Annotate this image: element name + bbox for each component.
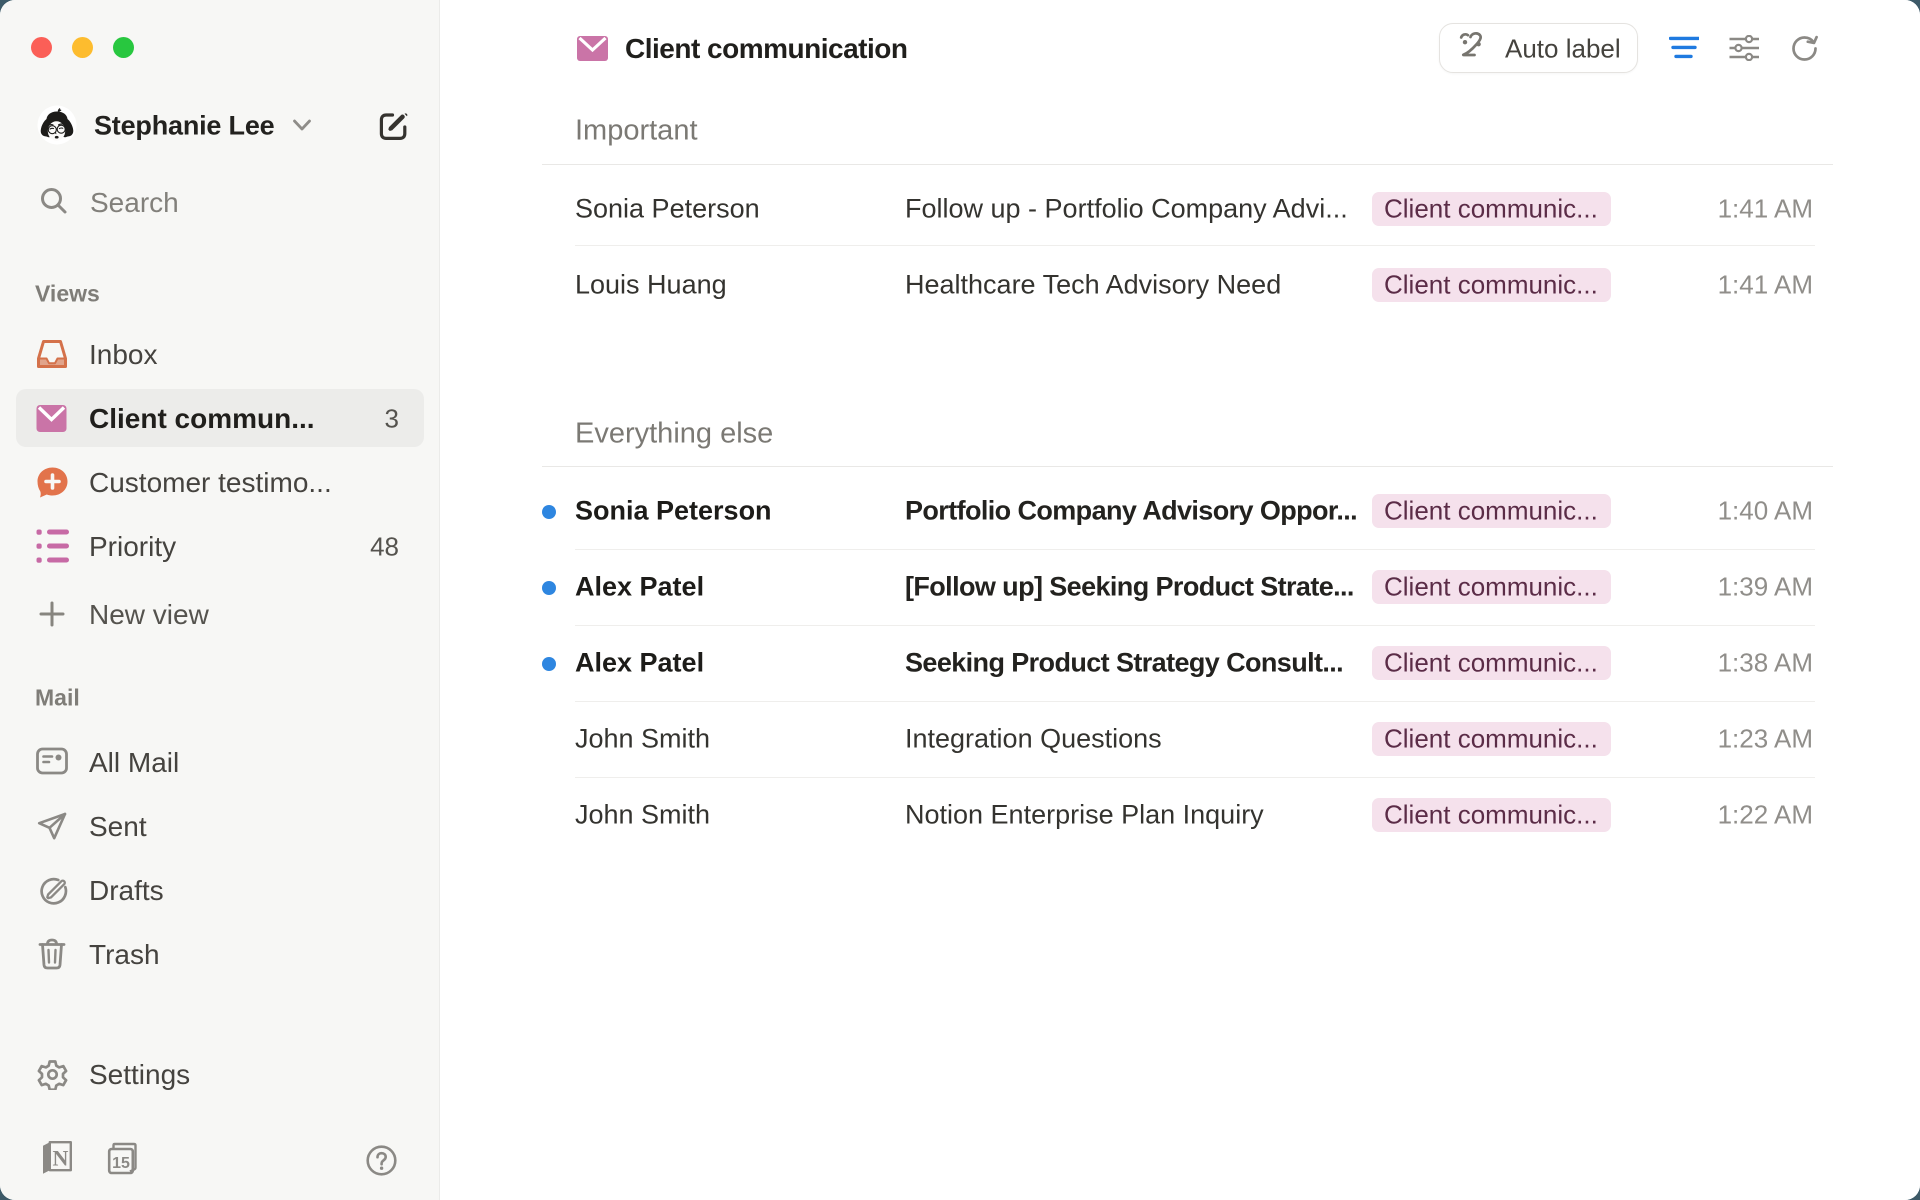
svg-text:N: N	[53, 1146, 69, 1171]
svg-text:15: 15	[112, 1155, 130, 1172]
